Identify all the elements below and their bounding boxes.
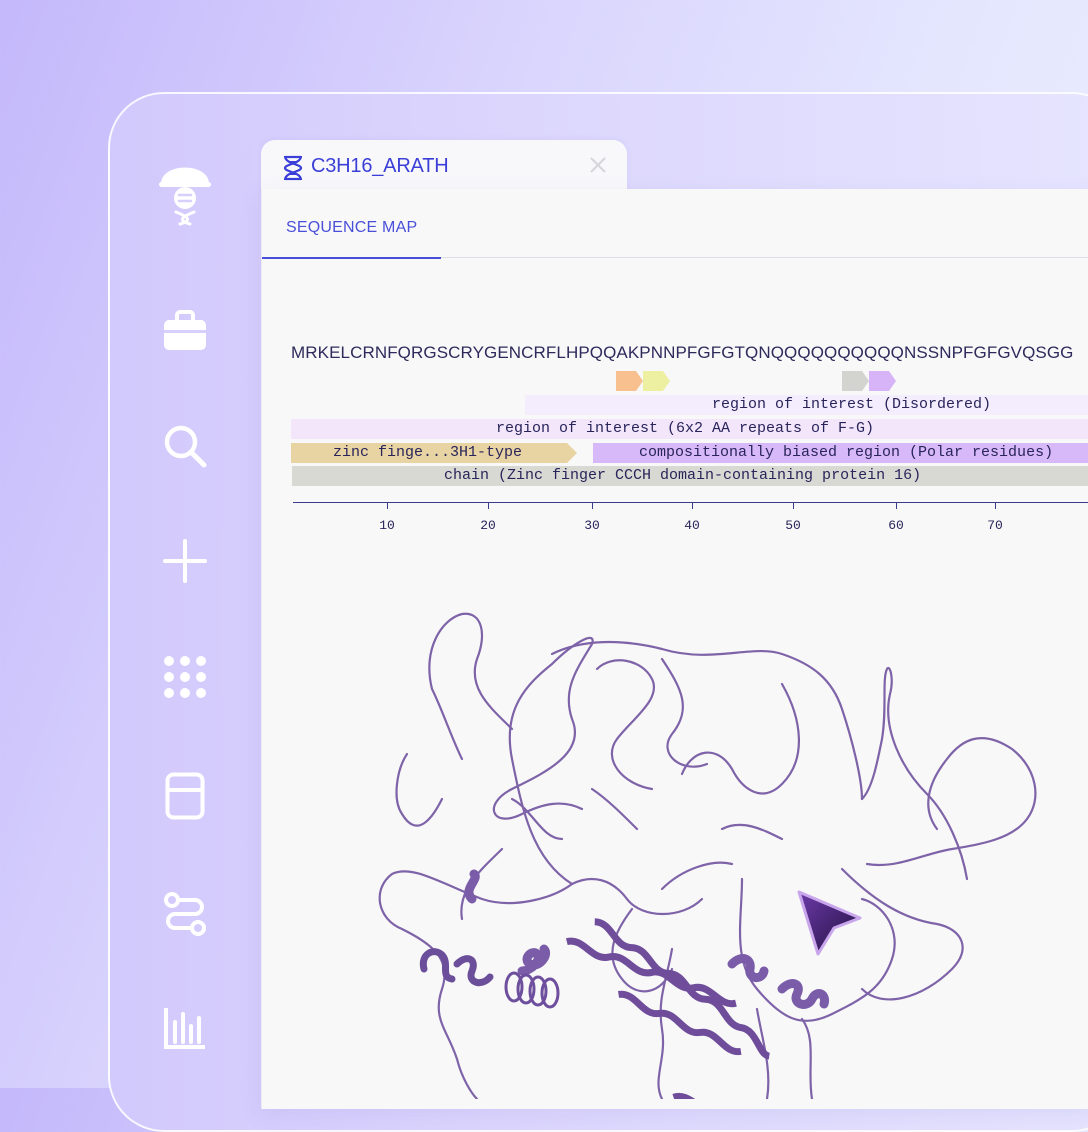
briefcase-icon[interactable] — [155, 301, 215, 361]
axis-tick-label: 30 — [584, 518, 600, 533]
tab-sequence-map[interactable]: SEQUENCE MAP — [286, 219, 417, 237]
track-disordered[interactable]: region of interest (Disordered) — [525, 395, 1088, 415]
logo-scientist-icon[interactable] — [155, 162, 215, 226]
feature-marker-orange[interactable] — [616, 371, 643, 391]
track-repeats[interactable]: region of interest (6x2 AA repeats of F-… — [291, 419, 1088, 439]
axis-tick-label: 20 — [480, 518, 496, 533]
axis-tick-label: 70 — [987, 518, 1003, 533]
axis-tick-label: 60 — [888, 518, 904, 533]
workflow-icon[interactable] — [155, 884, 215, 944]
panel-icon[interactable] — [155, 766, 215, 826]
close-icon[interactable] — [587, 154, 609, 176]
track-polar-label: compositionally biased region (Polar res… — [639, 444, 1054, 461]
track-chain[interactable]: chain (Zinc finger CCCH domain-containin… — [292, 466, 1088, 486]
feature-marker-violet[interactable] — [869, 371, 896, 391]
search-icon[interactable] — [155, 416, 215, 476]
protein-structure-3d[interactable] — [362, 599, 1062, 1099]
axis-tick-label: 40 — [684, 518, 700, 533]
axis-tick — [995, 503, 996, 509]
protein-sequence: MRKELCRNFQRGSCRYGENCRFLHPQQAKPNNPFGFGTQN… — [291, 343, 1074, 362]
axis-tick — [488, 503, 489, 509]
sequence-panel: SEQUENCE MAP MRKELCRNFQRGSCRYGENCRFLHPQQ… — [261, 189, 1088, 1109]
axis-tick — [692, 503, 693, 509]
track-polar[interactable]: compositionally biased region (Polar res… — [593, 443, 1088, 463]
grid-icon[interactable] — [155, 647, 215, 707]
plus-icon[interactable] — [155, 531, 215, 591]
feature-marker-group-2 — [842, 371, 896, 391]
track-chain-label: chain (Zinc finger CCCH domain-containin… — [444, 467, 922, 484]
track-disordered-label: region of interest (Disordered) — [712, 396, 992, 413]
bar-chart-icon[interactable] — [155, 998, 215, 1058]
axis-tick-label: 50 — [785, 518, 801, 533]
feature-marker-yellow[interactable] — [643, 371, 670, 391]
track-zinc[interactable]: zinc finge...3H1-type — [291, 443, 577, 463]
track-zinc-label: zinc finge...3H1-type — [333, 444, 523, 461]
axis-tick — [592, 503, 593, 509]
feature-marker-group-1 — [616, 371, 670, 391]
axis-tick — [896, 503, 897, 509]
active-subtab-indicator — [262, 257, 441, 259]
tab-title: C3H16_ARATH — [311, 155, 449, 177]
sequence-axis — [293, 502, 1088, 503]
axis-tick — [793, 503, 794, 509]
feature-marker-gray[interactable] — [842, 371, 869, 391]
track-repeats-label: region of interest (6x2 AA repeats of F-… — [496, 420, 875, 437]
axis-tick-label: 10 — [379, 518, 395, 533]
axis-tick — [387, 503, 388, 509]
dna-icon — [283, 155, 303, 186]
